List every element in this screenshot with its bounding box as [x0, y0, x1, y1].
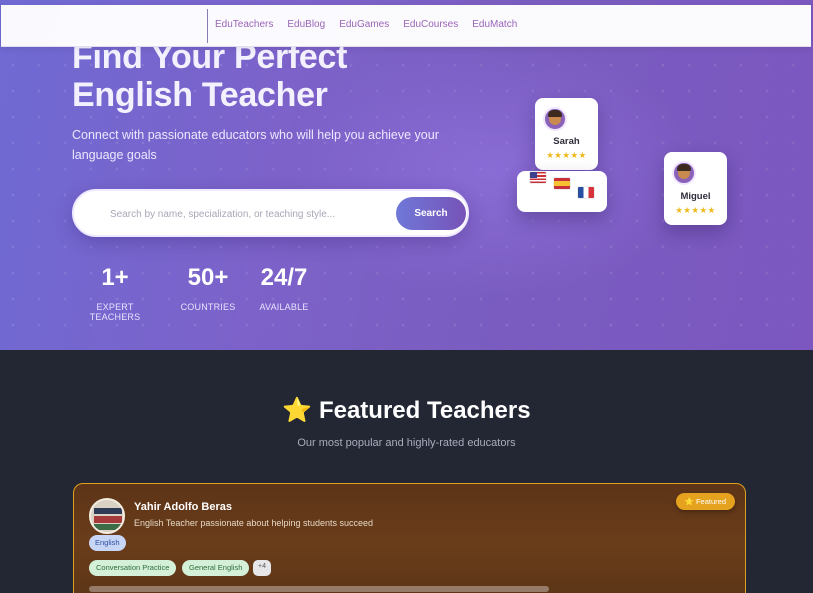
hero-title-line2: English Teacher — [72, 76, 328, 114]
france-flag-icon — [578, 187, 594, 198]
search-bar: Search — [72, 189, 469, 237]
stat-label: EXPERT TEACHERS — [89, 302, 141, 322]
search-button[interactable]: Search — [396, 197, 466, 230]
nav-link-educourses[interactable]: EduCourses — [403, 19, 458, 30]
card-name: Miguel — [680, 191, 711, 202]
stat-label: COUNTRIES — [180, 302, 236, 312]
nav-link-edumatch[interactable]: EduMatch — [472, 19, 517, 30]
hero-section: Find Your Perfect English Teacher Connec… — [0, 0, 813, 350]
stat-expert-teachers: 1+ EXPERT TEACHERS — [72, 264, 158, 322]
stat-value: 50+ — [187, 264, 229, 291]
search-input[interactable] — [110, 204, 390, 224]
card-name: Sarah — [553, 136, 580, 147]
hero-subtitle: Connect with passionate educators who wi… — [72, 128, 439, 162]
nav-link-edublog[interactable]: EduBlog — [287, 19, 325, 30]
nav-links: EduTeachers EduBlog EduGames EduCourses … — [215, 19, 517, 30]
tag-conversation-practice: Conversation Practice — [89, 560, 177, 576]
featured-title: ⭐ Featured Teachers — [0, 396, 813, 425]
stat-countries: 50+ COUNTRIES — [180, 264, 236, 312]
star-rating: ★★★★★ — [675, 205, 716, 215]
avatar — [672, 161, 696, 185]
hero-title: Find Your Perfect English Teacher — [72, 38, 347, 114]
star-rating: ★★★★★ — [546, 150, 587, 160]
nav-divider — [207, 9, 208, 43]
spain-flag-icon — [554, 178, 570, 189]
more-tags-badge[interactable]: +4 — [253, 560, 271, 576]
teacher-bio-preview — [89, 586, 549, 592]
avatar — [543, 107, 567, 131]
stat-available: 24/7 AVAILABLE — [256, 264, 312, 312]
language-pill: English — [89, 535, 126, 551]
star-icon: ⭐ — [282, 397, 313, 424]
us-flag-icon — [530, 172, 546, 183]
featured-subtitle: Our most popular and highly-rated educat… — [297, 437, 516, 449]
nav-link-eduteachers[interactable]: EduTeachers — [215, 19, 273, 30]
floating-card-flags — [517, 171, 607, 212]
teacher-name[interactable]: Yahir Adolfo Beras — [134, 501, 232, 513]
floating-card-sarah: Sarah ★★★★★ — [535, 98, 598, 170]
stat-label: AVAILABLE — [259, 302, 309, 312]
top-navigation: EduTeachers EduBlog EduGames EduCourses … — [1, 5, 811, 47]
floating-card-miguel: Miguel ★★★★★ — [664, 152, 727, 225]
teacher-description: English Teacher passionate about helping… — [134, 518, 374, 528]
featured-title-text: Featured Teachers — [318, 397, 531, 424]
featured-badge: ⭐ Featured — [675, 493, 735, 510]
nav-link-edugames[interactable]: EduGames — [339, 19, 389, 30]
stat-value: 1+ — [101, 264, 129, 291]
teacher-avatar — [89, 498, 125, 534]
teacher-card[interactable]: Yahir Adolfo Beras English Teacher passi… — [73, 483, 746, 593]
tag-general-english: General English — [182, 560, 250, 576]
stat-value: 24/7 — [260, 264, 308, 291]
